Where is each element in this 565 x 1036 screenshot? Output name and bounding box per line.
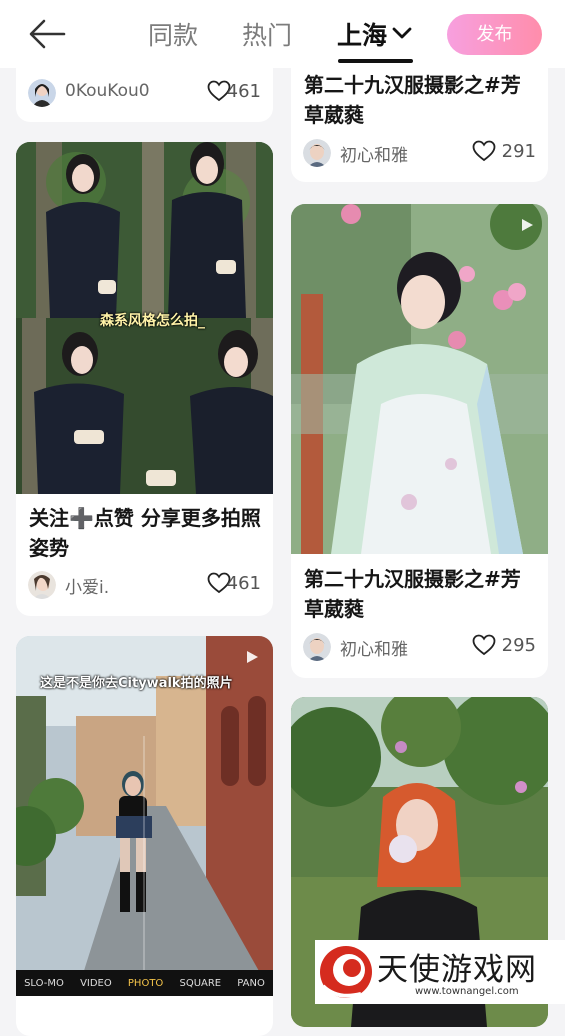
- image-overlay-caption: 这是不是你去Citywalk拍的照片: [40, 676, 233, 691]
- watermark-text: 天使游戏网: [377, 952, 537, 988]
- post-meta: 0KouKou0 461: [28, 78, 261, 110]
- chevron-down-icon[interactable]: [391, 25, 413, 41]
- camera-mode-label: PANO: [237, 977, 265, 989]
- post-card[interactable]: 森系风格怎么拍_ 关注➕点赞 分享更多拍照姿势 小爱i. 461: [16, 142, 273, 616]
- top-navigation-bar: 同款 热门 上海 发布: [0, 0, 565, 68]
- post-meta: 初心和雅 291: [303, 138, 536, 170]
- author-name[interactable]: 0KouKou0: [65, 81, 150, 101]
- post-card[interactable]: 第二十九汉服摄影之#芳草葳蕤 初心和雅 295: [291, 204, 548, 678]
- video-play-icon: [522, 219, 533, 231]
- like-count: 461: [226, 81, 261, 102]
- tab-same-style[interactable]: 同款: [148, 16, 198, 52]
- heart-icon[interactable]: [472, 634, 496, 656]
- tab-city-shanghai[interactable]: 上海: [337, 16, 387, 52]
- post-meta: 初心和雅 295: [303, 632, 536, 664]
- image-overlay-caption: 森系风格怎么拍_: [100, 313, 205, 329]
- post-card[interactable]: 这是不是你去Citywalk拍的照片 SLO-MO VIDEO PHOTO SQ…: [16, 636, 273, 1036]
- post-cover-image: [291, 204, 548, 554]
- camera-mode-label: PHOTO: [127, 977, 164, 989]
- like-count: 291: [501, 141, 536, 162]
- camera-mode-label: SLO-MO: [24, 977, 64, 989]
- avatar[interactable]: [303, 139, 331, 167]
- avatar[interactable]: [303, 633, 331, 661]
- publish-button[interactable]: 发布: [447, 14, 542, 55]
- heart-icon[interactable]: [472, 140, 496, 162]
- author-name[interactable]: 小爱i.: [65, 573, 109, 598]
- camera-mode-label: VIDEO: [80, 977, 112, 989]
- author-name[interactable]: 初心和雅: [340, 141, 408, 166]
- post-meta: 小爱i. 461: [28, 570, 261, 602]
- like-count: 295: [501, 635, 536, 656]
- watermark-url: www.townangel.com: [415, 986, 519, 997]
- avatar[interactable]: [28, 79, 56, 107]
- post-title[interactable]: 关注➕点赞 分享更多拍照姿势: [29, 503, 261, 563]
- site-watermark: 天使游戏网 www.townangel.com: [315, 940, 565, 1004]
- avatar[interactable]: [28, 571, 56, 599]
- like-count: 461: [226, 573, 261, 594]
- post-title[interactable]: 第二十九汉服摄影之#芳草葳蕤: [304, 564, 536, 624]
- active-tab-indicator: [338, 59, 413, 63]
- camera-mode-bar: SLO-MO VIDEO PHOTO SQUARE PANO: [16, 970, 273, 996]
- video-play-icon: [247, 651, 258, 663]
- watermark-logo: [320, 946, 372, 998]
- back-arrow-icon[interactable]: [26, 16, 68, 52]
- tab-hot[interactable]: 热门: [242, 16, 292, 52]
- post-title[interactable]: 第二十九汉服摄影之#芳草葳蕤: [304, 70, 536, 130]
- author-name[interactable]: 初心和雅: [340, 635, 408, 660]
- camera-mode-label: SQUARE: [179, 977, 222, 989]
